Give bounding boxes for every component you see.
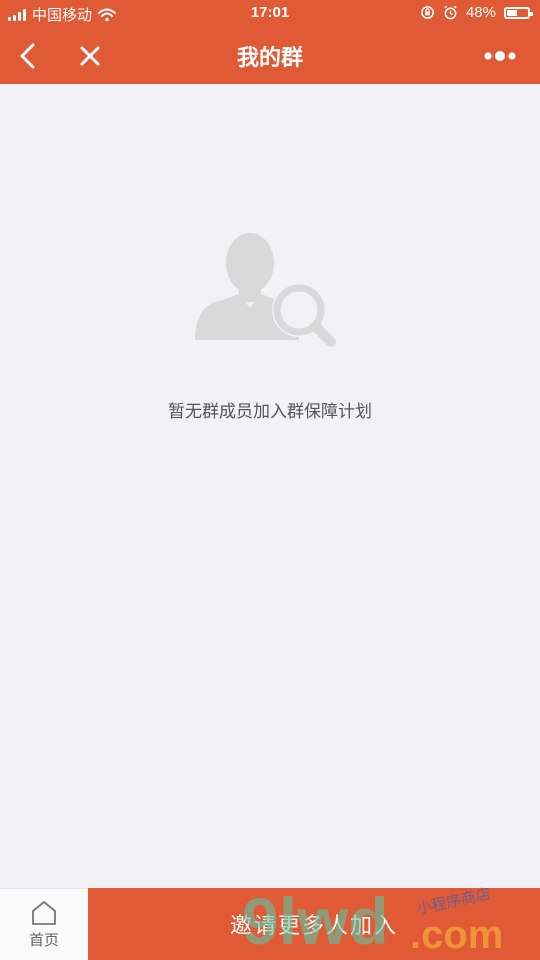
- alarm-icon: [444, 5, 457, 20]
- lock-rotation-icon: [421, 6, 434, 19]
- home-label: 首页: [28, 931, 59, 949]
- battery-percent: 48%: [465, 4, 496, 21]
- more-dots-icon: [484, 51, 516, 61]
- battery-fill: [507, 9, 517, 16]
- bottom-bar: 首页 邀请更多人加入: [0, 888, 540, 960]
- nav-bar: 我的群: [0, 28, 540, 84]
- home-icon: [32, 900, 56, 925]
- empty-state: 暂无群成员加入群保障计划: [0, 230, 540, 422]
- invite-more-button[interactable]: 邀请更多人加入: [88, 888, 540, 960]
- empty-message: 暂无群成员加入群保障计划: [168, 402, 372, 421]
- more-button[interactable]: [478, 36, 522, 76]
- home-tab[interactable]: 首页: [0, 888, 88, 960]
- page-title: 我的群: [236, 45, 303, 70]
- status-bar: 中国移动 17:01 48%: [0, 0, 540, 28]
- invite-label: 邀请更多人加入: [229, 913, 398, 938]
- status-right-group: 48%: [420, 4, 533, 21]
- header: 中国移动 17:01 48% 我的群: [0, 0, 540, 84]
- user-search-icon: [195, 233, 336, 347]
- battery-icon: [504, 6, 533, 19]
